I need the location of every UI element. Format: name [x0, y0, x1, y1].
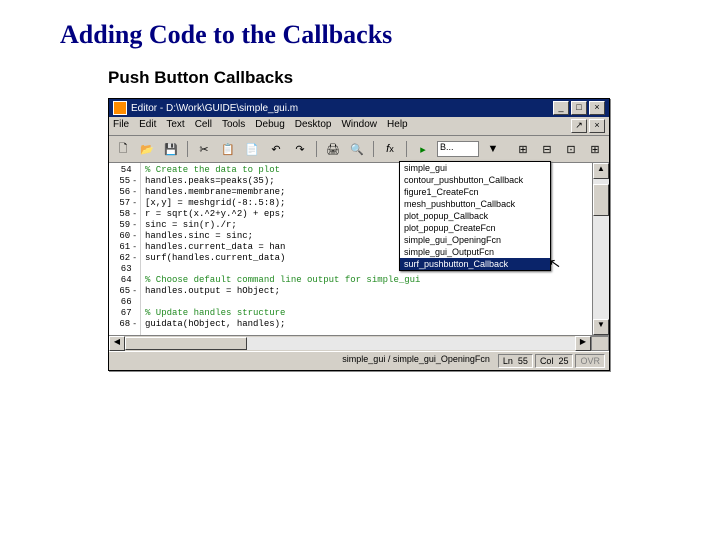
minimize-button[interactable]: _	[553, 101, 569, 115]
dropdown-item[interactable]: surf_pushbutton_Callback	[400, 258, 550, 270]
menubar: File Edit Text Cell Tools Debug Desktop …	[109, 117, 609, 136]
separator	[406, 141, 407, 157]
code-line[interactable]: handles.output = hObject;	[145, 286, 592, 297]
line-number: 65-	[109, 286, 137, 297]
status-path: simple_gui / simple_gui_OpeningFcn	[113, 354, 496, 368]
editor-window: Editor - D:\Work\GUIDE\simple_gui.m _ □ …	[108, 98, 610, 371]
line-number: 58-	[109, 209, 137, 220]
page-title: Adding Code to the Callbacks	[60, 20, 660, 50]
tab-undock-button[interactable]: ↗	[571, 119, 587, 133]
status-line: Ln 55	[498, 354, 533, 368]
scroll-thumb[interactable]	[593, 184, 609, 216]
code-line[interactable]: guidata(hObject, handles);	[145, 319, 592, 330]
subtitle: Push Button Callbacks	[108, 68, 660, 88]
dropdown-item[interactable]: contour_pushbutton_Callback	[400, 174, 550, 186]
dropdown-item[interactable]: plot_popup_Callback	[400, 210, 550, 222]
separator	[316, 141, 317, 157]
code-line[interactable]: % Update handles structure	[145, 308, 592, 319]
window-title: Editor - D:\Work\GUIDE\simple_gui.m	[131, 103, 298, 114]
separator	[187, 141, 188, 157]
titlebar[interactable]: Editor - D:\Work\GUIDE\simple_gui.m _ □ …	[109, 99, 609, 117]
dropdown-arrow-icon[interactable]: ▼	[483, 139, 503, 159]
undo-icon[interactable]: ↶	[266, 139, 286, 159]
function-dropdown[interactable]: simple_guicontour_pushbutton_Callbackfig…	[399, 161, 551, 271]
hscroll-track[interactable]	[125, 337, 575, 350]
dropdown-item[interactable]: mesh_pushbutton_Callback	[400, 198, 550, 210]
scroll-right-icon[interactable]: ▶	[575, 336, 591, 351]
print-icon[interactable]: 🖨	[323, 139, 343, 159]
copy-icon[interactable]: 📋	[218, 139, 238, 159]
dropdown-item[interactable]: simple_gui_OpeningFcn	[400, 234, 550, 246]
line-number: 64	[109, 275, 137, 286]
line-gutter: 54 55-56-57-58-59-60-61-62-63 64 65-66 6…	[109, 163, 141, 335]
dropdown-item[interactable]: figure1_CreateFcn	[400, 186, 550, 198]
goto-box[interactable]: B...	[437, 141, 479, 157]
close-button[interactable]: ×	[589, 101, 605, 115]
menu-cell[interactable]: Cell	[195, 119, 212, 133]
matlab-icon	[113, 101, 127, 115]
line-number: 68-	[109, 319, 137, 330]
code-line[interactable]: % Choose default command line output for…	[145, 275, 592, 286]
line-number: 55-	[109, 176, 137, 187]
line-number: 62-	[109, 253, 137, 264]
scroll-up-icon[interactable]: ▲	[593, 163, 609, 179]
layout-icon[interactable]: ⊞	[513, 139, 533, 159]
line-number: 60-	[109, 231, 137, 242]
cut-icon[interactable]: ✂	[194, 139, 214, 159]
line-number: 67	[109, 308, 137, 319]
menu-window[interactable]: Window	[341, 119, 377, 133]
menu-file[interactable]: File	[113, 119, 129, 133]
menu-text[interactable]: Text	[166, 119, 184, 133]
editor-content: 54 55-56-57-58-59-60-61-62-63 64 65-66 6…	[109, 163, 609, 335]
menu-help[interactable]: Help	[387, 119, 408, 133]
redo-icon[interactable]: ↷	[290, 139, 310, 159]
status-col: Col 25	[535, 354, 574, 368]
menu-debug[interactable]: Debug	[255, 119, 284, 133]
line-number: 66	[109, 297, 137, 308]
layout-icon[interactable]: ⊟	[537, 139, 557, 159]
separator	[373, 141, 374, 157]
run-icon[interactable]: ▸	[413, 139, 433, 159]
line-number: 63	[109, 264, 137, 275]
status-ovr: OVR	[575, 354, 605, 368]
toolbar: 🗋 📂 💾 ✂ 📋 📄 ↶ ↷ 🖨 🔍 fx ▸ B... ▼ ⊞ ⊟ ⊡ ⊞	[109, 136, 609, 163]
statusbar: simple_gui / simple_gui_OpeningFcn Ln 55…	[109, 351, 609, 370]
menu-tools[interactable]: Tools	[222, 119, 245, 133]
open-icon[interactable]: 📂	[137, 139, 157, 159]
scroll-left-icon[interactable]: ◀	[109, 336, 125, 351]
hscroll-thumb[interactable]	[125, 337, 247, 350]
menu-edit[interactable]: Edit	[139, 119, 156, 133]
save-icon[interactable]: 💾	[161, 139, 181, 159]
scroll-track[interactable]	[593, 179, 609, 319]
line-number: 56-	[109, 187, 137, 198]
menu-desktop[interactable]: Desktop	[295, 119, 332, 133]
find-icon[interactable]: 🔍	[347, 139, 367, 159]
line-number: 54	[109, 165, 137, 176]
layout-icon[interactable]: ⊞	[585, 139, 605, 159]
code-line[interactable]	[145, 297, 592, 308]
scroll-down-icon[interactable]: ▼	[593, 319, 609, 335]
vscrollbar[interactable]: ▲ ▼	[592, 163, 609, 335]
dropdown-item[interactable]: simple_gui	[400, 162, 550, 174]
tab-close-button[interactable]: ×	[589, 119, 605, 133]
dropdown-item[interactable]: plot_popup_CreateFcn	[400, 222, 550, 234]
dropdown-item[interactable]: simple_gui_OutputFcn	[400, 246, 550, 258]
layout-icon[interactable]: ⊡	[561, 139, 581, 159]
scroll-corner	[591, 336, 609, 351]
paste-icon[interactable]: 📄	[242, 139, 262, 159]
fx-icon[interactable]: fx	[380, 139, 400, 159]
maximize-button[interactable]: □	[571, 101, 587, 115]
line-number: 59-	[109, 220, 137, 231]
line-number: 61-	[109, 242, 137, 253]
hscrollbar[interactable]: ◀ ▶	[109, 335, 609, 351]
line-number: 57-	[109, 198, 137, 209]
new-icon[interactable]: 🗋	[113, 139, 133, 159]
